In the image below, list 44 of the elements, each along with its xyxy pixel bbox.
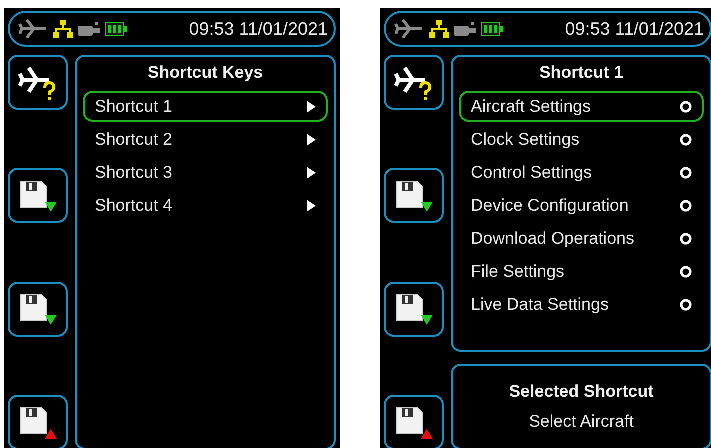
info-title: Selected Shortcut — [509, 382, 654, 402]
plug-icon — [78, 22, 100, 36]
radio-circle-icon — [680, 134, 692, 146]
triangle-right-icon — [306, 200, 316, 212]
radio-circle-icon — [680, 266, 692, 278]
panel-title: Shortcut Keys — [146, 62, 264, 84]
triangle-right-icon — [306, 134, 316, 146]
airplane-icon — [18, 19, 48, 39]
menu-item[interactable]: Shortcut 3 — [83, 157, 328, 188]
network-icon — [429, 20, 449, 38]
menu-item[interactable]: Control Settings — [459, 157, 704, 188]
menu-item[interactable]: File Settings — [459, 256, 704, 287]
menu-item[interactable]: Download Operations — [459, 223, 704, 254]
triangle-right-icon — [306, 166, 316, 178]
date-time: 09:53 11/01/2021 — [189, 18, 328, 40]
aircraft-help-button[interactable] — [384, 55, 444, 110]
info-value: Select Aircraft — [529, 412, 634, 432]
network-icon — [53, 20, 73, 38]
save-button[interactable] — [8, 168, 68, 224]
save-button[interactable] — [384, 282, 444, 337]
plug-icon — [454, 22, 476, 36]
save-button[interactable] — [8, 394, 68, 448]
panel-title: Shortcut 1 — [538, 62, 625, 84]
menu-item[interactable]: Shortcut 2 — [83, 124, 328, 155]
menu-item[interactable]: Aircraft Settings — [459, 91, 704, 122]
triangle-right-icon — [306, 100, 316, 112]
radio-circle-icon — [680, 232, 692, 244]
battery-icon — [105, 22, 127, 36]
menu-item[interactable]: Shortcut 1 — [83, 91, 328, 122]
radio-circle-icon — [680, 200, 692, 212]
battery-icon — [481, 22, 503, 36]
date-time: 09:53 11/01/2021 — [565, 18, 704, 40]
menu-item[interactable]: Device Configuration — [459, 190, 704, 221]
radio-circle-icon — [680, 166, 692, 178]
save-button[interactable] — [8, 282, 68, 337]
radio-circle-icon — [680, 298, 692, 310]
menu-item[interactable]: Shortcut 4 — [83, 190, 328, 221]
save-button[interactable] — [384, 168, 444, 224]
airplane-icon — [394, 19, 424, 39]
radio-circle-icon — [680, 100, 692, 112]
save-button[interactable] — [384, 394, 444, 448]
menu-item[interactable]: Clock Settings — [459, 124, 704, 155]
aircraft-help-button[interactable] — [8, 55, 68, 110]
menu-item[interactable]: Live Data Settings — [459, 289, 704, 320]
